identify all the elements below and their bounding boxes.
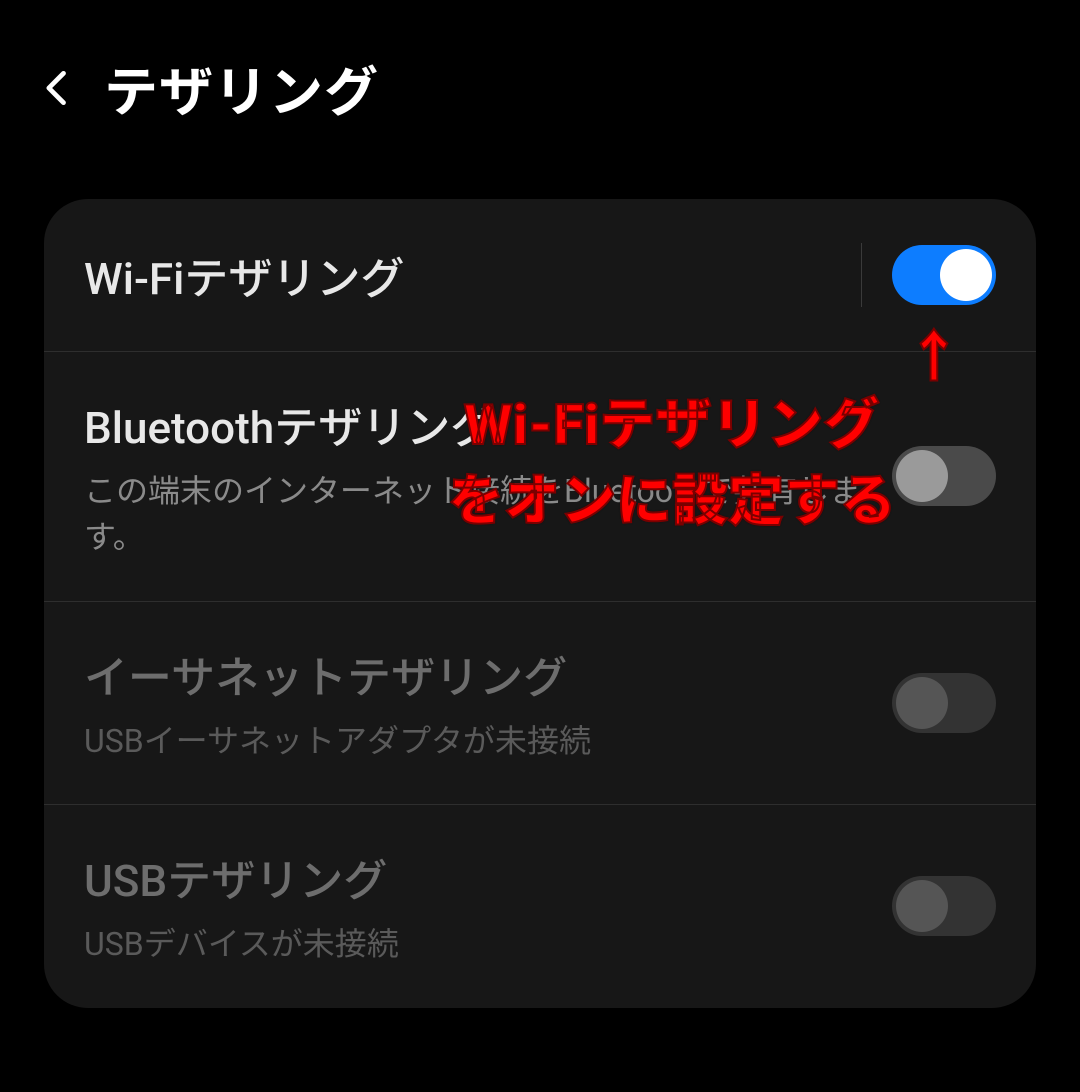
bluetooth-tethering-row[interactable]: Bluetoothテザリング この端末のインターネット接続をBluetoothで… [44, 352, 1036, 602]
row-text: Wi-Fiテザリング [84, 243, 837, 307]
row-control [892, 673, 996, 733]
row-text: USBテザリング USBデバイスが未接続 [84, 845, 868, 967]
settings-panel: Wi-Fiテザリング Bluetoothテザリング この端末のインターネット接続… [44, 199, 1036, 1008]
page-title: テザリング [104, 48, 379, 127]
ethernet-tethering-desc: USBイーサネットアダプタが未接続 [84, 718, 868, 764]
usb-tethering-toggle [892, 876, 996, 936]
row-control [861, 243, 996, 307]
back-icon[interactable] [36, 66, 80, 110]
toggle-knob [896, 677, 948, 729]
row-control [892, 446, 996, 506]
bluetooth-tethering-label: Bluetoothテザリング [84, 392, 868, 456]
ethernet-tethering-toggle [892, 673, 996, 733]
wifi-tethering-row[interactable]: Wi-Fiテザリング [44, 199, 1036, 352]
usb-tethering-label: USBテザリング [84, 845, 868, 909]
toggle-knob [940, 249, 992, 301]
ethernet-tethering-row: イーサネットテザリング USBイーサネットアダプタが未接続 [44, 602, 1036, 805]
wifi-tethering-toggle[interactable] [892, 245, 996, 305]
row-text: イーサネットテザリング USBイーサネットアダプタが未接続 [84, 642, 868, 764]
wifi-tethering-label: Wi-Fiテザリング [84, 243, 837, 307]
usb-tethering-desc: USBデバイスが未接続 [84, 921, 868, 967]
bluetooth-tethering-toggle[interactable] [892, 446, 996, 506]
vertical-separator [861, 243, 862, 307]
bluetooth-tethering-desc: この端末のインターネット接続をBluetoothで共有します。 [84, 468, 868, 561]
toggle-knob [896, 880, 948, 932]
ethernet-tethering-label: イーサネットテザリング [84, 642, 868, 706]
row-control [892, 876, 996, 936]
toggle-knob [896, 450, 948, 502]
usb-tethering-row: USBテザリング USBデバイスが未接続 [44, 805, 1036, 1007]
row-text: Bluetoothテザリング この端末のインターネット接続をBluetoothで… [84, 392, 868, 561]
page-header: テザリング [0, 0, 1080, 175]
